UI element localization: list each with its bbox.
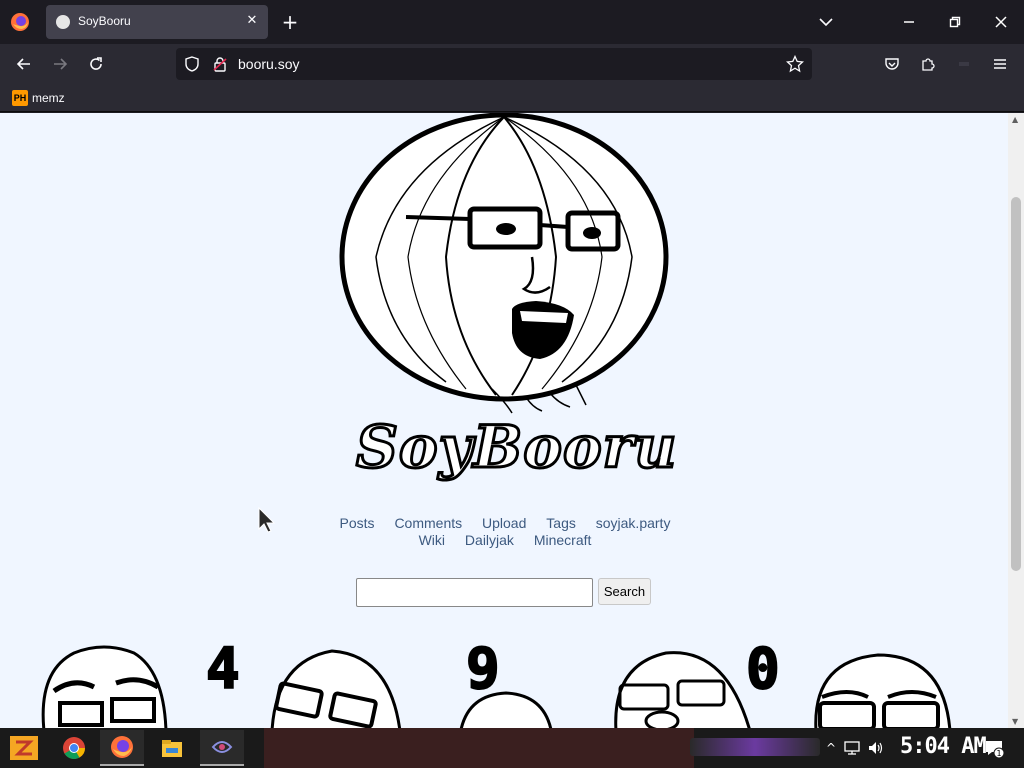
shield-icon[interactable] [184,56,200,72]
soybooru-logo-text: SoyBooru [355,412,678,483]
tab-title: SoyBooru [78,14,131,28]
chevron-up-icon[interactable]: ^ [826,741,836,755]
bookmark-label: memz [32,91,65,105]
site-nav-row1: Posts Comments Upload Tags soyjak.party [320,515,690,532]
url-text[interactable]: booru.soy [238,56,299,72]
lock-insecure-icon[interactable] [212,56,228,72]
taskbar-clock[interactable]: 5:04 AM [900,734,987,759]
system-tray: ^ [826,738,884,758]
restore-window-icon[interactable] [932,0,978,44]
site-nav-row2: Wiki Dailyjak Minecraft [320,532,690,549]
nav-link-dailyjak[interactable]: Dailyjak [465,532,514,548]
browser-window: SoyBooru ✕ + booru.soy PH memz SoyBooru … [0,0,1024,728]
bookmark-star-icon[interactable] [786,55,804,73]
forward-arrow-icon[interactable] [48,52,72,76]
mouse-pointer-icon [258,507,276,533]
nav-link-upload[interactable]: Upload [482,515,526,531]
counter-digit-1: 4 [205,636,241,703]
notification-count: 1 [996,749,1001,758]
firefox-icon[interactable] [100,730,144,766]
address-bar[interactable]: booru.soy [176,48,812,80]
vertical-scrollbar[interactable]: ▲ ▼ [1008,113,1024,728]
taskbar-decoration [690,738,820,756]
pocket-icon[interactable] [880,52,904,76]
nav-link-soyjak-party[interactable]: soyjak.party [596,515,671,531]
nav-link-wiki[interactable]: Wiki [419,532,445,548]
nav-link-minecraft[interactable]: Minecraft [534,532,592,548]
minimize-window-icon[interactable] [886,0,932,44]
scroll-up-arrow-icon[interactable]: ▲ [1012,115,1018,124]
soyjak-face-image [614,651,751,728]
soyjak-favicon-icon [56,15,70,29]
scroll-down-arrow-icon[interactable]: ▼ [1012,717,1018,726]
new-tab-icon[interactable]: + [279,11,301,33]
close-window-icon[interactable] [978,0,1024,44]
bookmark-memz[interactable]: PH memz [12,89,65,107]
soyjak-face-image [270,649,402,728]
bookmarks-toolbar: PH memz [0,84,1024,112]
network-icon[interactable] [844,741,860,755]
hamburger-menu-icon[interactable] [988,52,1012,76]
search-input[interactable] [356,578,593,607]
windows-taskbar: ^ 5:04 AM 1 [0,728,1024,768]
ph-favicon-icon: PH [12,90,28,106]
extension-icon[interactable] [952,52,976,76]
reload-icon[interactable] [84,52,108,76]
scrollbar-thumb[interactable] [1011,197,1021,571]
volume-icon[interactable] [868,741,884,755]
nav-link-comments[interactable]: Comments [394,515,462,531]
search-button[interactable]: Search [598,578,651,605]
onion-soyjak-mascot-image [339,113,669,414]
page-content: SoyBooru Posts Comments Upload Tags soyj… [0,113,1008,728]
back-arrow-icon[interactable] [12,52,36,76]
unknown-app-icon[interactable] [200,730,244,766]
tab-strip: SoyBooru ✕ + [0,0,1024,44]
start-button-icon[interactable] [8,732,40,764]
navigation-toolbar: booru.soy [0,44,1024,84]
close-tab-icon[interactable]: ✕ [244,13,260,29]
nav-link-tags[interactable]: Tags [546,515,576,531]
file-explorer-icon[interactable] [150,730,194,766]
chevron-down-icon[interactable] [816,12,836,32]
soyjak-face-image [459,691,553,728]
taskbar-background-area [264,728,694,768]
soyjak-face-image [814,653,952,728]
soyjak-face-image [41,645,168,728]
site-nav: Posts Comments Upload Tags soyjak.party … [320,515,690,549]
extensions-puzzle-icon[interactable] [916,52,940,76]
tab-soybooru[interactable]: SoyBooru ✕ [46,5,268,39]
notification-center-icon[interactable]: 1 [984,738,1004,758]
chrome-icon[interactable] [52,730,96,766]
nav-link-posts[interactable]: Posts [340,515,375,531]
counter-digit-3: 0 [745,636,781,703]
firefox-menu-icon[interactable] [10,12,30,32]
